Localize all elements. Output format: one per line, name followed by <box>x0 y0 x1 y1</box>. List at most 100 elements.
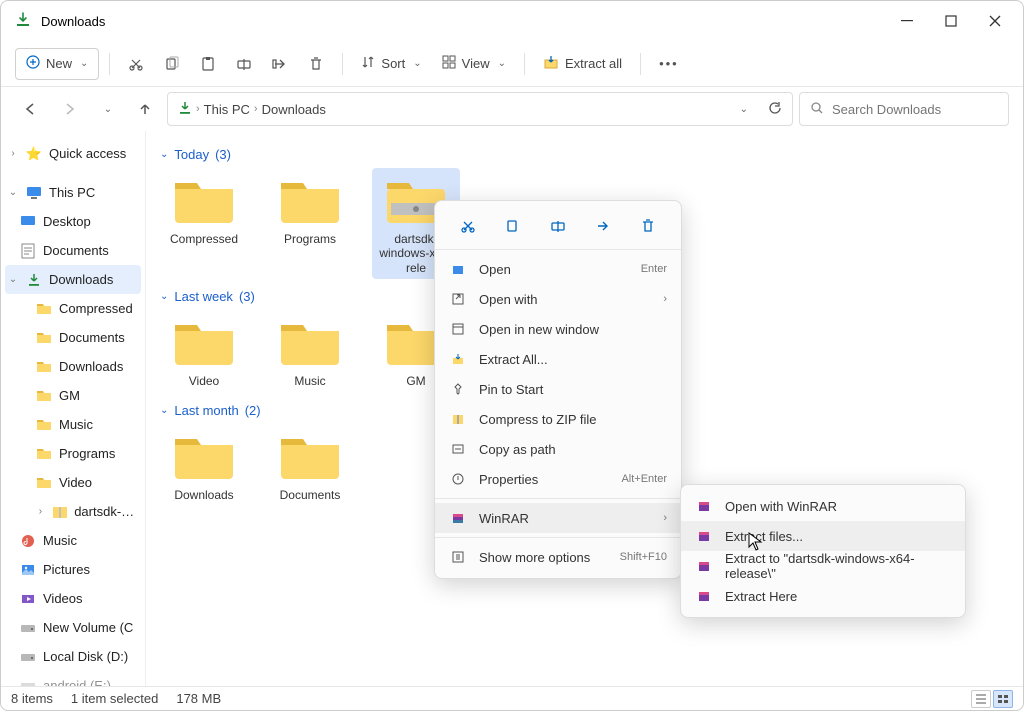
up-button[interactable] <box>129 93 161 125</box>
icons-view-button[interactable] <box>993 690 1013 708</box>
folder-item-video[interactable]: Video <box>160 310 248 392</box>
folder-item-downloads[interactable]: Downloads <box>160 424 248 506</box>
minimize-button[interactable] <box>885 5 929 37</box>
sidebar-item-programs-sub[interactable]: Programs <box>1 439 145 468</box>
sidebar-item-pictures[interactable]: Pictures <box>1 555 145 584</box>
chevron-down-icon[interactable]: ⌄ <box>740 104 748 115</box>
folder-item-music[interactable]: Music <box>266 310 354 392</box>
ctx-share-button[interactable] <box>588 211 618 241</box>
breadcrumb-downloads[interactable]: Downloads <box>262 102 326 117</box>
group-header-today[interactable]: ⌄Today (3) <box>160 147 1009 162</box>
delete-button[interactable] <box>300 48 332 80</box>
breadcrumb-this-pc[interactable]: This PC <box>204 102 250 117</box>
sidebar-item-downloads[interactable]: ⌄Downloads <box>5 265 141 294</box>
new-button[interactable]: New ⌄ <box>15 48 99 80</box>
share-icon <box>272 56 288 72</box>
sidebar-item-documents[interactable]: Documents <box>1 236 145 265</box>
ctx-open[interactable]: OpenEnter <box>435 254 681 284</box>
ctx-pin-start[interactable]: Pin to Start <box>435 374 681 404</box>
submenu-extract-here[interactable]: Extract Here <box>681 581 965 611</box>
rename-button[interactable] <box>228 48 260 80</box>
sidebar-item-desktop[interactable]: Desktop <box>1 207 145 236</box>
sidebar-item-android[interactable]: android (E:) <box>1 671 145 686</box>
submenu-open-winrar[interactable]: Open with WinRAR <box>681 491 965 521</box>
ctx-open-with[interactable]: Open with› <box>435 284 681 314</box>
chevron-down-icon: ⌄ <box>498 58 506 69</box>
window-icon <box>449 322 467 336</box>
music-icon <box>19 532 37 550</box>
details-view-button[interactable] <box>971 690 991 708</box>
search-input[interactable] <box>832 102 1008 117</box>
ctx-extract-all[interactable]: Extract All... <box>435 344 681 374</box>
extract-all-button[interactable]: Extract all <box>535 48 630 80</box>
sidebar-item-music-sub[interactable]: Music <box>1 410 145 439</box>
separator <box>524 53 525 75</box>
copy-icon <box>164 56 180 72</box>
ctx-properties[interactable]: PropertiesAlt+Enter <box>435 464 681 494</box>
ctx-rename-button[interactable] <box>543 211 573 241</box>
folder-item-programs[interactable]: Programs <box>266 168 354 279</box>
ctx-winrar[interactable]: WinRAR› <box>435 503 681 533</box>
status-size: 178 MB <box>176 691 221 706</box>
ctx-show-more[interactable]: Show more optionsShift+F10 <box>435 542 681 572</box>
chevron-right-icon: › <box>196 103 200 115</box>
sidebar-item-this-pc[interactable]: ⌄This PC <box>1 178 145 207</box>
paste-button[interactable] <box>192 48 224 80</box>
sidebar-item-music[interactable]: Music <box>1 526 145 555</box>
sidebar-item-new-volume[interactable]: New Volume (C <box>1 613 145 642</box>
chevron-right-icon: › <box>35 506 46 517</box>
ctx-delete-button[interactable] <box>633 211 663 241</box>
ctx-compress-zip[interactable]: Compress to ZIP file <box>435 404 681 434</box>
copy-button[interactable] <box>156 48 188 80</box>
downloads-icon <box>25 271 43 289</box>
sidebar-item-video-sub[interactable]: Video <box>1 468 145 497</box>
separator <box>342 53 343 75</box>
sidebar-item-local-disk[interactable]: Local Disk (D:) <box>1 642 145 671</box>
chevron-down-icon: ⌄ <box>7 274 19 285</box>
chevron-down-icon: ⌄ <box>104 104 112 115</box>
more-button[interactable]: ••• <box>651 48 687 80</box>
back-button[interactable] <box>15 93 47 125</box>
sort-label: Sort <box>381 56 405 71</box>
folder-icon <box>35 445 53 463</box>
folder-item-documents[interactable]: Documents <box>266 424 354 506</box>
separator <box>435 249 681 250</box>
folder-icon <box>35 387 53 405</box>
pictures-icon <box>19 561 37 579</box>
sidebar-item-gm[interactable]: GM <box>1 381 145 410</box>
extract-all-label: Extract all <box>565 56 622 71</box>
view-button[interactable]: View ⌄ <box>434 48 514 80</box>
folder-item-compressed[interactable]: Compressed <box>160 168 248 279</box>
ctx-copy-path[interactable]: Copy as path <box>435 434 681 464</box>
forward-button[interactable] <box>53 93 85 125</box>
submenu-extract-files[interactable]: Extract files... <box>681 521 965 551</box>
search-box[interactable] <box>799 92 1009 126</box>
extract-icon <box>543 54 559 73</box>
sidebar-item-downloads-sub[interactable]: Downloads <box>1 352 145 381</box>
sidebar-item-compressed[interactable]: Compressed <box>1 294 145 323</box>
sidebar-item-documents-sub[interactable]: Documents <box>1 323 145 352</box>
window-title: Downloads <box>41 14 885 29</box>
winrar-icon <box>695 559 713 573</box>
close-button[interactable] <box>973 5 1017 37</box>
cut-button[interactable] <box>120 48 152 80</box>
sidebar-item-dartsdk[interactable]: ›dartsdk-wind <box>1 497 145 526</box>
sort-button[interactable]: Sort ⌄ <box>353 48 429 80</box>
ctx-cut-button[interactable] <box>453 211 483 241</box>
refresh-button[interactable] <box>768 101 782 118</box>
status-selected: 1 item selected <box>71 691 158 706</box>
submenu-extract-to[interactable]: Extract to "dartsdk-windows-x64-release\… <box>681 551 965 581</box>
sidebar-item-quick-access[interactable]: ›⭐Quick access <box>1 139 145 168</box>
address-bar[interactable]: › This PC › Downloads ⌄ <box>167 92 793 126</box>
ctx-copy-button[interactable] <box>498 211 528 241</box>
ctx-open-new-window[interactable]: Open in new window <box>435 314 681 344</box>
share-button[interactable] <box>264 48 296 80</box>
maximize-button[interactable] <box>929 5 973 37</box>
separator <box>435 537 681 538</box>
sidebar-item-videos[interactable]: Videos <box>1 584 145 613</box>
recent-button[interactable]: ⌄ <box>91 93 123 125</box>
window-controls <box>885 5 1017 37</box>
context-quick-actions <box>435 207 681 245</box>
videos-icon <box>19 590 37 608</box>
sort-icon <box>361 55 375 72</box>
